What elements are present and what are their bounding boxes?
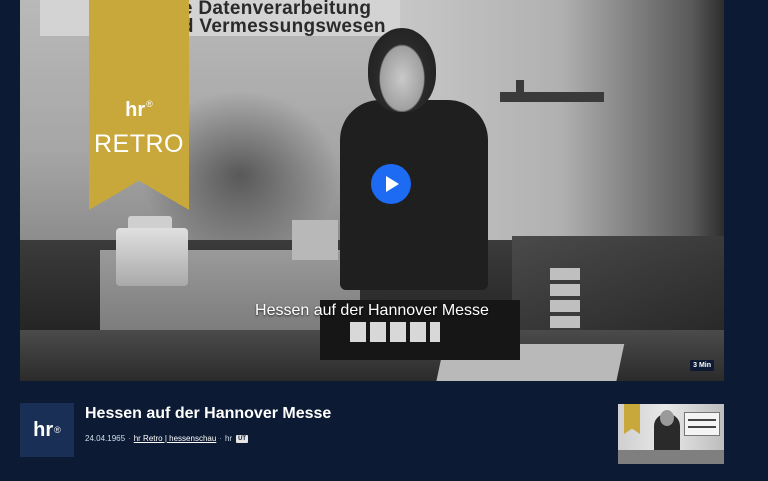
play-button[interactable]: [371, 164, 411, 204]
wall-sign-line-2: nd Vermessungswesen: [170, 16, 386, 37]
meta-separator: ·: [128, 434, 131, 443]
thumbnail-retro-flag: [624, 404, 640, 434]
duration-badge: 3 Min: [690, 360, 714, 371]
hr-retro-badge-title: RETRO: [94, 130, 184, 158]
thumbnail-desk: [618, 450, 724, 464]
subtitle-badge: UT: [236, 434, 249, 443]
video-date: 24.04.1965: [85, 434, 126, 443]
video-title[interactable]: Hessen auf der Hannover Messe: [85, 405, 331, 423]
video-frame-person-body: [340, 100, 488, 290]
play-icon: [386, 176, 399, 192]
channel-name: hr: [224, 434, 233, 443]
thumbnail-board: [684, 412, 720, 436]
video-player[interactable]: ne Datenverarbeitung nd Vermessungswesen…: [20, 0, 724, 381]
hr-retro-badge: hr® RETRO: [89, 0, 189, 210]
video-frame-shelf-bracket: [516, 80, 524, 96]
thumbnail-person-head: [660, 410, 674, 426]
video-frame-keys: [350, 322, 440, 342]
hr-retro-badge-logo: hr®: [89, 99, 189, 121]
source-link[interactable]: hr Retro | hessenschau: [134, 434, 217, 443]
video-frame-machine: [116, 228, 188, 286]
video-thumbnail[interactable]: [618, 404, 724, 464]
video-caption: Hessen auf der Hannover Messe: [255, 302, 489, 319]
channel-logo-text: hr: [33, 418, 54, 441]
video-frame-drawer: [550, 268, 580, 332]
video-frame-box: [292, 220, 338, 260]
hr-retro-badge-logo-text: hr: [125, 99, 146, 121]
video-frame-person-head: [368, 28, 436, 112]
meta-separator: ·: [219, 434, 222, 443]
hr-retro-badge-logo-mark: ®: [146, 99, 153, 109]
video-meta: 24.04.1965 · hr Retro | hessenschau · hr…: [85, 434, 249, 443]
channel-logo[interactable]: hr ®: [20, 403, 74, 457]
channel-logo-mark: ®: [54, 425, 61, 435]
